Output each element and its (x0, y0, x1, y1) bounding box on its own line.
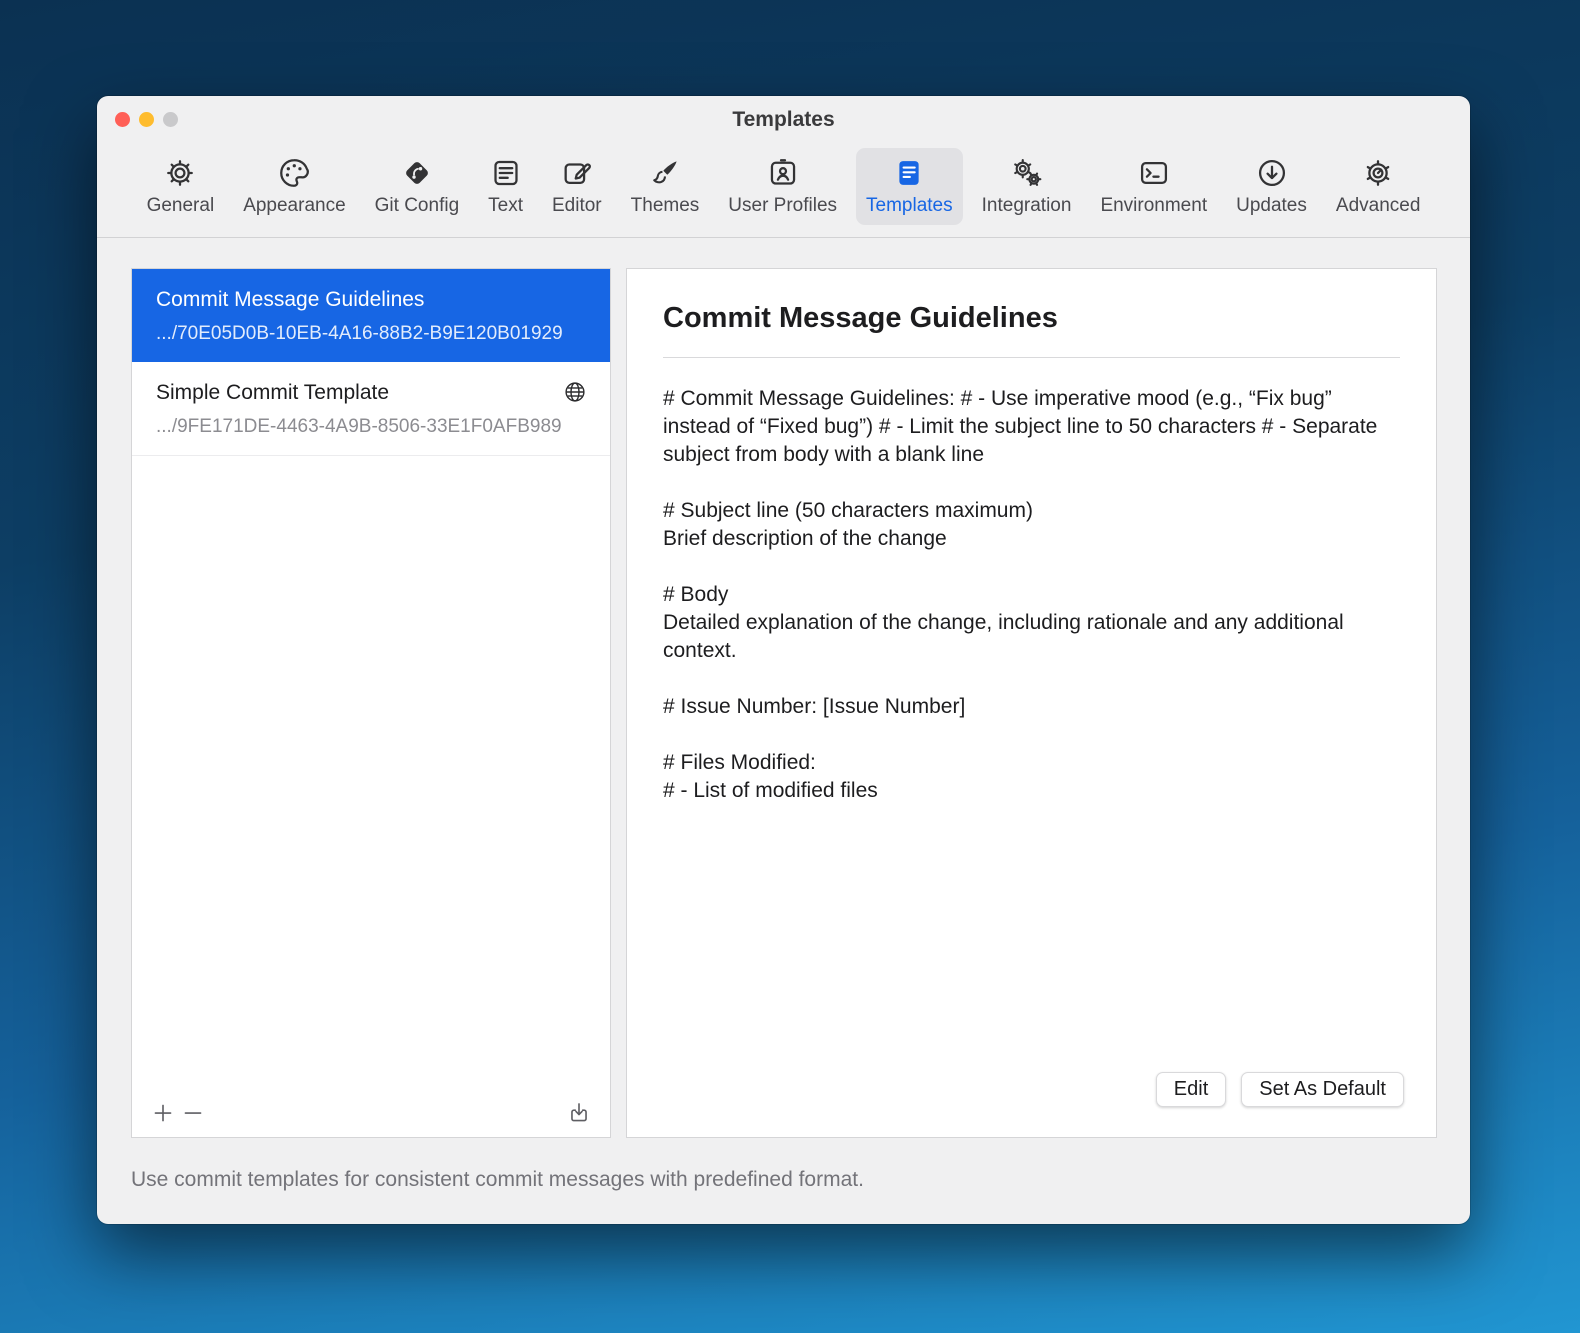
traffic-lights (115, 112, 178, 127)
toolbar-item-themes[interactable]: Themes (621, 148, 710, 225)
detail-divider (663, 357, 1400, 358)
toolbar-item-appearance[interactable]: Appearance (233, 148, 355, 225)
remove-template-button[interactable] (178, 1098, 208, 1128)
toolbar-item-label: Advanced (1336, 195, 1421, 217)
template-list: Commit Message Guidelines .../70E05D0B-1… (131, 268, 611, 1138)
toolbar-item-updates[interactable]: Updates (1226, 148, 1317, 225)
template-body-paragraph: # Subject line (50 characters maximum) B… (663, 497, 1400, 553)
preferences-toolbar: General Appearance Git Config Text Edito… (97, 142, 1470, 238)
toolbar-item-label: Git Config (375, 195, 459, 217)
template-body-paragraph: # Commit Message Guidelines: # - Use imp… (663, 385, 1400, 469)
edit-button[interactable]: Edit (1156, 1072, 1226, 1107)
template-list-item[interactable]: Commit Message Guidelines .../70E05D0B-1… (132, 269, 610, 362)
add-template-button[interactable] (148, 1098, 178, 1128)
toolbar-item-integration[interactable]: Integration (972, 148, 1082, 225)
advanced-gear-icon (1361, 156, 1395, 190)
toolbar-item-environment[interactable]: Environment (1090, 148, 1217, 225)
template-list-item[interactable]: Simple Commit Template .../9FE171DE-4463… (132, 362, 610, 456)
gears-icon (1010, 156, 1044, 190)
footer-caption: Use commit templates for consistent comm… (131, 1168, 864, 1192)
pencil-square-icon (560, 156, 594, 190)
terminal-icon (1137, 156, 1171, 190)
text-doc-icon (489, 156, 523, 190)
paintbrush-icon (648, 156, 682, 190)
template-body-paragraph: # Body Detailed explanation of the chang… (663, 581, 1400, 665)
toolbar-item-label: General (147, 195, 215, 217)
template-body-paragraph: # Files Modified: # - List of modified f… (663, 749, 1400, 805)
toolbar-item-label: Updates (1236, 195, 1307, 217)
toolbar-item-general[interactable]: General (137, 148, 225, 225)
template-body: # Commit Message Guidelines: # - Use imp… (663, 385, 1400, 805)
detail-title: Commit Message Guidelines (663, 302, 1400, 335)
template-path: .../70E05D0B-10EB-4A16-88B2-B9E120B01929 (156, 323, 586, 345)
window-title: Templates (97, 96, 1470, 144)
toolbar-item-templates[interactable]: Templates (856, 148, 963, 225)
toolbar-item-label: Integration (982, 195, 1072, 217)
template-title: Simple Commit Template (156, 381, 586, 405)
toolbar-item-git-config[interactable]: Git Config (365, 148, 469, 225)
palette-icon (277, 156, 311, 190)
titlebar: Templates (97, 96, 1470, 142)
toolbar-item-label: Templates (866, 195, 953, 217)
toolbar-item-editor[interactable]: Editor (542, 148, 612, 225)
template-title: Commit Message Guidelines (156, 288, 586, 312)
toolbar-item-label: Environment (1100, 195, 1207, 217)
user-card-icon (766, 156, 800, 190)
download-circle-icon (1255, 156, 1289, 190)
globe-icon (562, 379, 588, 405)
detail-buttons: Edit Set As Default (1156, 1072, 1404, 1107)
gear-icon (163, 156, 197, 190)
toolbar-item-text[interactable]: Text (478, 148, 533, 225)
zoom-button[interactable] (163, 112, 178, 127)
toolbar-item-user-profiles[interactable]: User Profiles (718, 148, 847, 225)
toolbar-item-label: Themes (631, 195, 700, 217)
toolbar-item-label: Text (488, 195, 523, 217)
set-as-default-button[interactable]: Set As Default (1241, 1072, 1404, 1107)
close-button[interactable] (115, 112, 130, 127)
toolbar-item-label: User Profiles (728, 195, 837, 217)
toolbar-item-label: Appearance (243, 195, 345, 217)
preferences-window: Templates General Appearance Git Config … (97, 96, 1470, 1224)
toolbar-item-advanced[interactable]: Advanced (1326, 148, 1431, 225)
minimize-button[interactable] (139, 112, 154, 127)
template-doc-icon (892, 156, 926, 190)
list-footer (148, 1097, 594, 1129)
template-path: .../9FE171DE-4463-4A9B-8506-33E1F0AFB989 (156, 416, 586, 438)
template-detail: Commit Message Guidelines # Commit Messa… (626, 268, 1437, 1138)
template-body-paragraph: # Issue Number: [Issue Number] (663, 693, 1400, 721)
git-branch-icon (400, 156, 434, 190)
toolbar-item-label: Editor (552, 195, 602, 217)
import-template-button[interactable] (564, 1098, 594, 1128)
